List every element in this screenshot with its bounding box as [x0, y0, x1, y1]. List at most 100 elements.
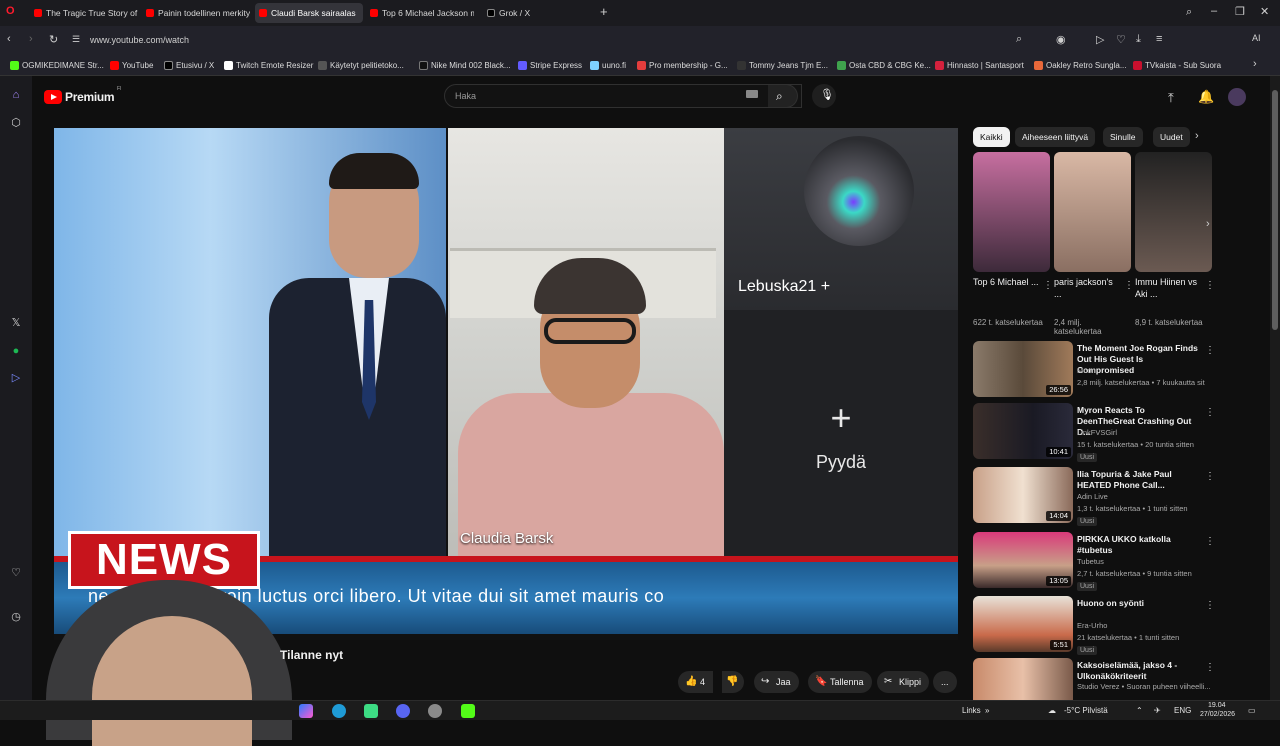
- wifi-icon[interactable]: ✈: [1154, 704, 1161, 718]
- chip-all[interactable]: Kaikki: [973, 127, 1010, 147]
- settings-icon[interactable]: [428, 704, 442, 718]
- clip-button[interactable]: ✂ Klippi: [877, 671, 930, 693]
- favorites-icon[interactable]: ♡: [9, 566, 23, 580]
- recommended-video[interactable]: 14:04 Ilia Topuria & Jake Paul HEATED Ph…: [973, 467, 1215, 526]
- tab-painin[interactable]: Painin todellinen merkity: [142, 3, 250, 23]
- download-icon[interactable]: ⤓: [1136, 33, 1141, 46]
- weather-widget[interactable]: -5°C Pilvistä: [1064, 704, 1108, 718]
- bookmark-item[interactable]: Stripe Express: [518, 59, 582, 72]
- scrollbar-thumb[interactable]: [1272, 90, 1278, 330]
- maximize-icon[interactable]: ❐: [1235, 5, 1245, 18]
- chevron-right-icon[interactable]: ›: [1195, 130, 1199, 142]
- play-icon[interactable]: ▷: [1096, 33, 1104, 46]
- tab-claudi-barsk[interactable]: Claudi Barsk sairaalas: [255, 3, 363, 23]
- forward-icon[interactable]: ›: [29, 33, 33, 45]
- upload-icon[interactable]: ⤒: [1168, 90, 1174, 106]
- recommended-video[interactable]: 13:05 PIRKKA UKKO katkolla #tubetus Tube…: [973, 532, 1215, 591]
- recommended-video[interactable]: 10:41 Myron Reacts To DeenTheGreat Crash…: [973, 403, 1215, 462]
- shorts-next-icon[interactable]: ›: [1206, 218, 1210, 230]
- notifications-bell-icon[interactable]: 🔔: [1198, 89, 1214, 105]
- channel-name[interactable]: Studio Verez • Suoran puheen viiheelli..…: [1077, 682, 1211, 691]
- channel-name[interactable]: Tubetus: [1077, 557, 1104, 566]
- recommended-video[interactable]: 26:56 The Moment Joe Rogan Finds Out His…: [973, 341, 1215, 399]
- tray-up-icon[interactable]: ⌃: [1136, 704, 1143, 718]
- keyboard-icon[interactable]: [746, 90, 758, 98]
- home-icon[interactable]: ⌂: [9, 88, 23, 102]
- video-player[interactable]: Claudia Barsk Lebuska21 + + Pyydä ne... …: [54, 128, 958, 640]
- more-options-icon[interactable]: ⋮: [1205, 280, 1215, 291]
- more-options-icon[interactable]: ⋮: [1205, 662, 1213, 673]
- links-toolbar[interactable]: Links: [962, 704, 981, 718]
- site-info-icon[interactable]: ☰: [72, 34, 80, 45]
- tab-top6-michael[interactable]: Top 6 Michael Jackson m: [366, 3, 474, 23]
- tray-overflow-icon[interactable]: »: [985, 704, 989, 718]
- save-button[interactable]: 🔖 Tallenna: [808, 671, 872, 693]
- youtube-premium-logo[interactable]: Premium FI: [44, 86, 124, 107]
- edge-icon[interactable]: [332, 704, 346, 718]
- channel-name[interactable]: LinkFVSGirl: [1077, 428, 1117, 437]
- share-button[interactable]: ↪ Jaa: [754, 671, 799, 693]
- new-tab-button[interactable]: +: [600, 5, 608, 19]
- bookmark-item[interactable]: Käytetyt pelitietoko...: [318, 59, 404, 72]
- keyboard-language[interactable]: ENG: [1174, 704, 1191, 718]
- reload-icon[interactable]: ↻: [49, 33, 58, 46]
- menu-icon[interactable]: ≡: [1156, 33, 1162, 45]
- bookmark-item[interactable]: Oakley Retro Sungla...: [1034, 59, 1126, 72]
- history-icon[interactable]: ◷: [9, 610, 23, 624]
- x-sidebar-icon[interactable]: 𝕏: [9, 316, 23, 330]
- bookmark-item[interactable]: TVkaista - Sub Suora: [1133, 59, 1221, 72]
- bookmark-item[interactable]: Tommy Jeans Tjm E...: [737, 59, 828, 72]
- chip-for-you[interactable]: Sinulle: [1103, 127, 1143, 147]
- more-options-icon[interactable]: ⋮: [1205, 471, 1215, 482]
- shorts-item[interactable]: Top 6 Michael ... 622 t. katselukertaa ⋮: [973, 152, 1053, 330]
- zoom-icon[interactable]: ⌕: [1016, 33, 1022, 46]
- notification-icon[interactable]: ▭: [1248, 704, 1256, 718]
- bookmark-item[interactable]: YouTube: [110, 59, 153, 72]
- tab-tragic-story[interactable]: The Tragic True Story of Ju: [30, 3, 138, 23]
- more-actions-button[interactable]: ...: [933, 671, 957, 693]
- chip-new[interactable]: Uudet: [1153, 127, 1190, 147]
- channel-name[interactable]: Adin Live: [1077, 492, 1108, 501]
- like-button[interactable]: 👍 4: [678, 671, 714, 693]
- url-field[interactable]: www.youtube.com/watch: [90, 31, 970, 49]
- dislike-button[interactable]: 👎: [722, 671, 744, 693]
- shorts-item[interactable]: paris jackson's ... 2,4 milj. katseluker…: [1054, 152, 1134, 336]
- channel-name[interactable]: Era-Urho: [1077, 621, 1107, 630]
- copilot-icon[interactable]: [299, 704, 313, 718]
- bookmark-item[interactable]: Pro membership - G...: [637, 59, 728, 72]
- shorts-item[interactable]: Immu Hiinen vs Aki ... 8,9 t. katseluker…: [1135, 152, 1215, 330]
- spotify-icon[interactable]: ●: [9, 344, 23, 358]
- player-icon[interactable]: ▷: [9, 371, 23, 385]
- page-scrollbar[interactable]: [1270, 76, 1280, 700]
- search-button[interactable]: ⌕: [768, 84, 798, 108]
- pinboard-icon[interactable]: ⬡: [9, 116, 23, 130]
- channel-name[interactable]: Moon: [1077, 366, 1096, 375]
- bookmark-item[interactable]: OGMIKEDIMANE Str...: [10, 59, 104, 72]
- bookmark-item[interactable]: uuno.fi: [590, 59, 626, 72]
- bookmark-item[interactable]: Osta CBD & CBG Ke...: [837, 59, 931, 72]
- bookmark-item[interactable]: Twitch Emote Resizer: [224, 59, 313, 72]
- camera-icon[interactable]: ◉: [1056, 33, 1066, 46]
- bookmarks-overflow-icon[interactable]: ›: [1253, 58, 1257, 70]
- close-window-icon[interactable]: ✕: [1260, 5, 1269, 18]
- heart-icon[interactable]: ♡: [1116, 33, 1126, 46]
- chip-related[interactable]: Aiheeseen liittyvä: [1015, 127, 1096, 147]
- aria-ai-icon[interactable]: AI: [1252, 33, 1261, 43]
- more-options-icon[interactable]: ⋮: [1205, 600, 1215, 611]
- back-icon[interactable]: ‹: [7, 33, 11, 45]
- recommended-video[interactable]: Kaksoiselämää, jakso 4 - Ulkonäkökriteer…: [973, 658, 1213, 700]
- more-options-icon[interactable]: ⋮: [1205, 407, 1215, 418]
- bookmark-item[interactable]: Etusivu / X: [164, 59, 214, 72]
- more-options-icon[interactable]: ⋮: [1205, 536, 1215, 547]
- kick-icon[interactable]: [461, 704, 475, 718]
- opera-logo-icon[interactable]: O: [6, 5, 15, 17]
- search-tabs-icon[interactable]: ⌕: [1186, 6, 1192, 19]
- clock-date[interactable]: 27/02/2026: [1200, 710, 1235, 720]
- bookmark-item[interactable]: Nike Mind 002 Black...: [419, 59, 511, 72]
- more-options-icon[interactable]: ⋮: [1124, 280, 1134, 291]
- recommended-video[interactable]: 5:51 Huono on syönti Era-Urho 21 katselu…: [973, 596, 1215, 655]
- bookmark-item[interactable]: Hinnasto | Santasport: [935, 59, 1024, 72]
- voice-search-button[interactable]: 🎙: [812, 84, 836, 108]
- more-options-icon[interactable]: ⋮: [1205, 345, 1215, 356]
- android-icon[interactable]: [364, 704, 378, 718]
